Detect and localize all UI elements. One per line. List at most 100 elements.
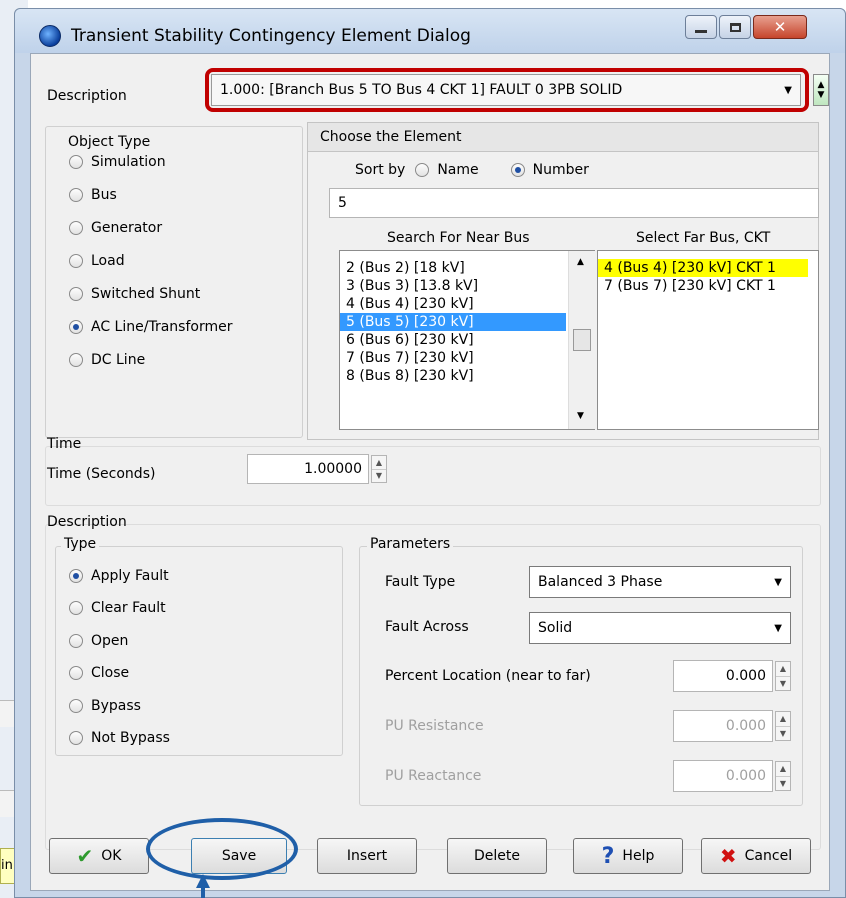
near-bus-item[interactable]: 6 (Bus 6) [230 kV]: [340, 331, 566, 349]
pu-resistance-label: PU Resistance: [385, 718, 484, 734]
sort-by-number-radio[interactable]: Number: [510, 162, 589, 178]
ok-button[interactable]: ✔ OK: [49, 838, 149, 874]
time-legend: Time: [47, 436, 82, 452]
near-bus-item[interactable]: 5 (Bus 5) [230 kV]: [340, 313, 566, 331]
object-type-switched-shunt[interactable]: Switched Shunt: [69, 286, 200, 302]
radio-icon: [69, 188, 83, 202]
minimize-button[interactable]: [685, 15, 717, 39]
spin-down-icon[interactable]: ▼: [776, 777, 790, 791]
time-group: [45, 446, 821, 506]
insert-button[interactable]: Insert: [317, 838, 417, 874]
parameters-legend: Parameters: [367, 536, 454, 552]
time-spinner[interactable]: ▲ ▼: [371, 455, 387, 483]
description-spinner-icon[interactable]: ▲ ▼: [813, 74, 829, 106]
close-button[interactable]: ✕: [753, 15, 807, 39]
far-bus-item[interactable]: 7 (Bus 7) [230 kV] CKT 1: [598, 277, 808, 295]
object-type-ac-line[interactable]: AC Line/Transformer: [69, 319, 232, 335]
type-bypass[interactable]: Bypass: [69, 698, 141, 714]
near-list-scrollbar[interactable]: ▲ ▼: [568, 251, 595, 429]
radio-icon: [415, 163, 430, 177]
spin-down-icon[interactable]: ▼: [776, 727, 790, 741]
pu-reactance-spinner[interactable]: ▲ ▼: [775, 761, 791, 791]
help-button[interactable]: ? Help: [573, 838, 683, 874]
object-type-dc-line[interactable]: DC Line: [69, 352, 145, 368]
sort-by-name-radio[interactable]: Name: [415, 162, 479, 178]
chevron-down-icon: ▼: [774, 622, 782, 634]
percent-location-input[interactable]: 0.000: [673, 660, 773, 692]
fault-across-dropdown[interactable]: Solid ▼: [529, 612, 791, 644]
scroll-thumb[interactable]: [573, 329, 591, 351]
object-type-generator[interactable]: Generator: [69, 220, 162, 236]
pu-resistance-input[interactable]: 0.000: [673, 710, 773, 742]
choose-element-header: Choose the Element: [307, 122, 819, 152]
type-clear-fault[interactable]: Clear Fault: [69, 600, 166, 616]
time-label: Time (Seconds): [47, 466, 156, 482]
cancel-button[interactable]: ✖ Cancel: [701, 838, 811, 874]
type-not-bypass[interactable]: Not Bypass: [69, 730, 170, 746]
description-group-legend: Description: [47, 514, 127, 530]
type-apply-fault[interactable]: Apply Fault: [69, 568, 169, 584]
far-bus-header: Select Far Bus, CKT: [636, 230, 771, 246]
spin-up-icon[interactable]: ▲: [776, 662, 790, 677]
spin-up-icon[interactable]: ▲: [776, 712, 790, 727]
window-title: Transient Stability Contingency Element …: [71, 26, 471, 46]
annotation-ellipse: [146, 818, 298, 880]
near-bus-item[interactable]: 7 (Bus 7) [230 kV]: [340, 349, 566, 367]
far-bus-list[interactable]: 4 (Bus 4) [230 kV] CKT 17 (Bus 7) [230 k…: [597, 250, 819, 430]
fault-across-value: Solid: [538, 620, 573, 636]
spin-up-icon[interactable]: ▲: [372, 456, 386, 470]
percent-location-spinner[interactable]: ▲ ▼: [775, 661, 791, 691]
radio-icon: [69, 155, 83, 169]
radio-icon: [69, 666, 83, 680]
radio-icon: [69, 731, 83, 745]
radio-icon: [69, 634, 83, 648]
description-label: Description: [47, 88, 127, 104]
minimize-icon: [695, 29, 707, 33]
chevron-down-icon: ▼: [784, 84, 792, 96]
time-seconds-input[interactable]: 1.00000: [247, 454, 369, 484]
sort-by-row: Sort by Name Number: [355, 162, 589, 178]
chevron-down-icon: ▼: [774, 576, 782, 588]
spin-down-icon[interactable]: ▼: [372, 470, 386, 483]
fault-type-value: Balanced 3 Phase: [538, 574, 663, 590]
radio-icon: [69, 221, 83, 235]
fault-type-dropdown[interactable]: Balanced 3 Phase ▼: [529, 566, 791, 598]
description-dropdown[interactable]: 1.000: [Branch Bus 5 TO Bus 4 CKT 1] FAU…: [211, 74, 801, 106]
object-type-load[interactable]: Load: [69, 253, 125, 269]
radio-selected-icon: [69, 569, 83, 583]
radio-icon: [69, 254, 83, 268]
dialog-window: Transient Stability Contingency Element …: [14, 8, 846, 898]
near-bus-item[interactable]: 2 (Bus 2) [18 kV]: [340, 259, 566, 277]
annotation-arrow-shaft: [201, 886, 205, 898]
delete-button[interactable]: Delete: [447, 838, 547, 874]
radio-selected-icon: [510, 163, 525, 177]
checkmark-icon: ✔: [76, 844, 94, 868]
dialog-client-area: Description 1.000: [Branch Bus 5 TO Bus …: [30, 53, 830, 891]
radio-icon: [69, 601, 83, 615]
element-search-input[interactable]: 5: [329, 188, 819, 218]
near-bus-item[interactable]: 4 (Bus 4) [230 kV]: [340, 295, 566, 313]
radio-icon: [69, 353, 83, 367]
near-bus-list[interactable]: 2 (Bus 2) [18 kV] 3 (Bus 3) [13.8 kV] 4 (B…: [339, 250, 595, 430]
spin-up-icon[interactable]: ▲: [776, 762, 790, 777]
scroll-down-icon[interactable]: ▼: [577, 411, 584, 421]
object-type-simulation[interactable]: Simulation: [69, 154, 166, 170]
red-x-icon: ✖: [719, 844, 737, 868]
object-type-bus[interactable]: Bus: [69, 187, 117, 203]
pu-reactance-input[interactable]: 0.000: [673, 760, 773, 792]
pu-reactance-label: PU Reactance: [385, 768, 482, 784]
far-bus-items: 4 (Bus 4) [230 kV] CKT 17 (Bus 7) [230 k…: [598, 259, 808, 295]
far-bus-item[interactable]: 4 (Bus 4) [230 kV] CKT 1: [598, 259, 808, 277]
fault-across-label: Fault Across: [385, 619, 469, 635]
type-open[interactable]: Open: [69, 633, 128, 649]
maximize-button[interactable]: [719, 15, 751, 39]
near-bus-item[interactable]: 3 (Bus 3) [13.8 kV]: [340, 277, 566, 295]
description-value: 1.000: [Branch Bus 5 TO Bus 4 CKT 1] FAU…: [220, 82, 623, 98]
pu-resistance-spinner[interactable]: ▲ ▼: [775, 711, 791, 741]
near-bus-item[interactable]: 8 (Bus 8) [230 kV]: [340, 367, 566, 385]
spin-down-icon[interactable]: ▼: [776, 677, 790, 691]
type-close[interactable]: Close: [69, 665, 129, 681]
title-bar[interactable]: Transient Stability Contingency Element …: [15, 9, 845, 53]
scroll-up-icon[interactable]: ▲: [577, 257, 584, 267]
maximize-icon: [729, 22, 741, 32]
